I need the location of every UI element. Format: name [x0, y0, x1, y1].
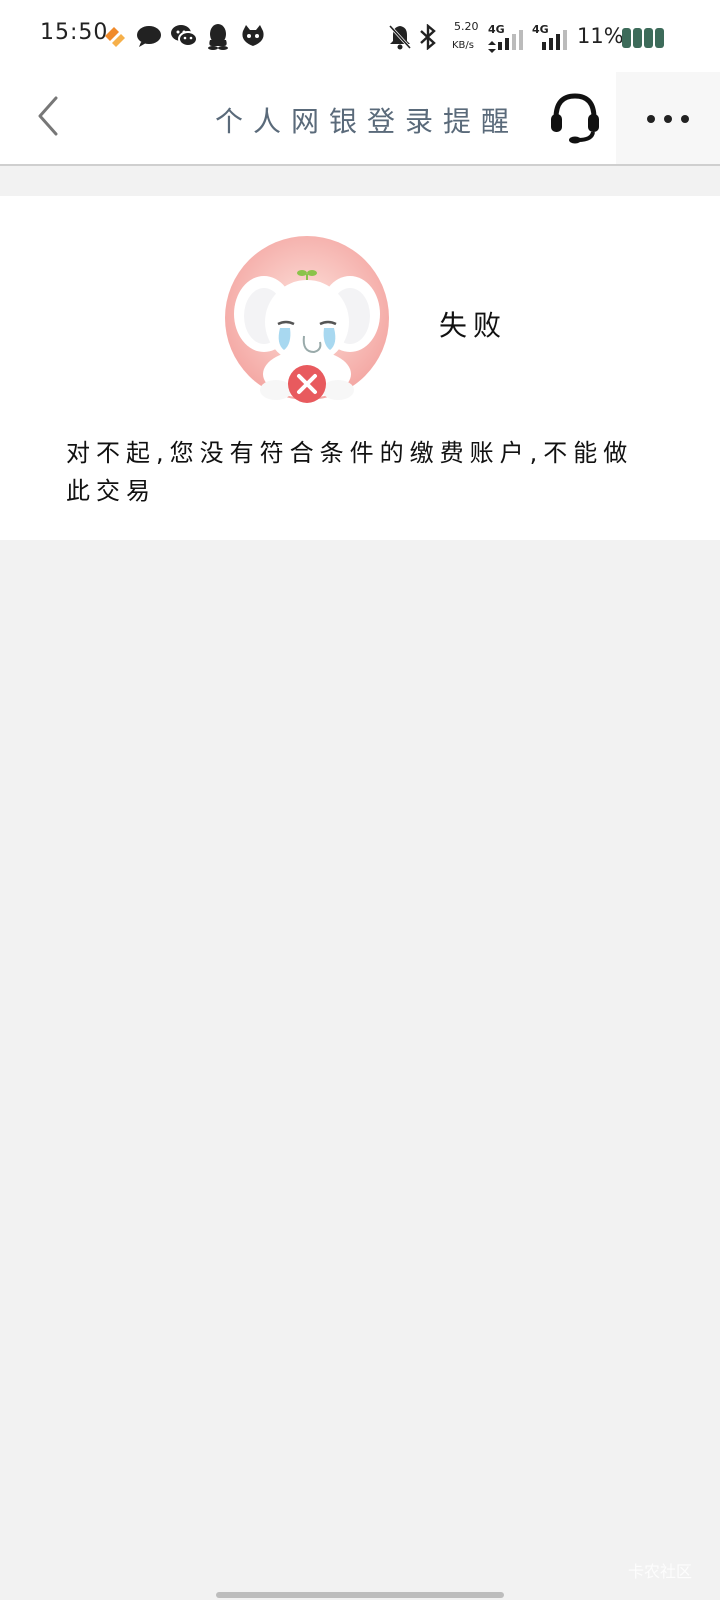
home-indicator[interactable]	[216, 1592, 504, 1598]
failure-elephant-illustration	[224, 234, 394, 410]
back-button[interactable]	[24, 94, 72, 142]
signal-icon	[542, 28, 570, 54]
more-dots-icon	[646, 109, 690, 128]
battery-icon	[622, 28, 666, 52]
bluetooth-icon	[418, 23, 438, 54]
mute-bell-icon	[388, 24, 412, 54]
status-bar: 15:50 5.20 KB/s 4G 4G 11%	[0, 0, 720, 72]
net-speed-value: 5.20	[454, 20, 479, 33]
cat-icon	[240, 25, 266, 51]
app-orange-icon	[102, 24, 128, 52]
page-title: 个人网银登录提醒	[215, 105, 520, 138]
net-speed-unit: KB/s	[452, 40, 474, 51]
result-status-label: 失败	[439, 309, 508, 342]
more-button[interactable]	[616, 72, 720, 164]
battery-percent: 11%	[577, 24, 624, 48]
result-message: 对不起,您没有符合条件的缴费账户,不能做此交易	[66, 439, 634, 505]
customer-service-button[interactable]	[548, 92, 602, 146]
data-arrows-icon	[488, 38, 496, 57]
signal-icon	[498, 28, 526, 54]
chevron-left-icon	[34, 94, 62, 142]
watermark: 卡农社区	[628, 1562, 693, 1581]
qq-icon	[206, 22, 230, 54]
message-bubble-icon	[136, 24, 162, 52]
wechat-icon	[170, 23, 198, 53]
status-time: 15:50	[40, 20, 109, 45]
result-card: 失败 对不起,您没有符合条件的缴费账户,不能做此交易	[0, 196, 720, 540]
nav-bar: 个人网银登录提醒	[0, 72, 720, 166]
headset-icon	[548, 90, 602, 148]
